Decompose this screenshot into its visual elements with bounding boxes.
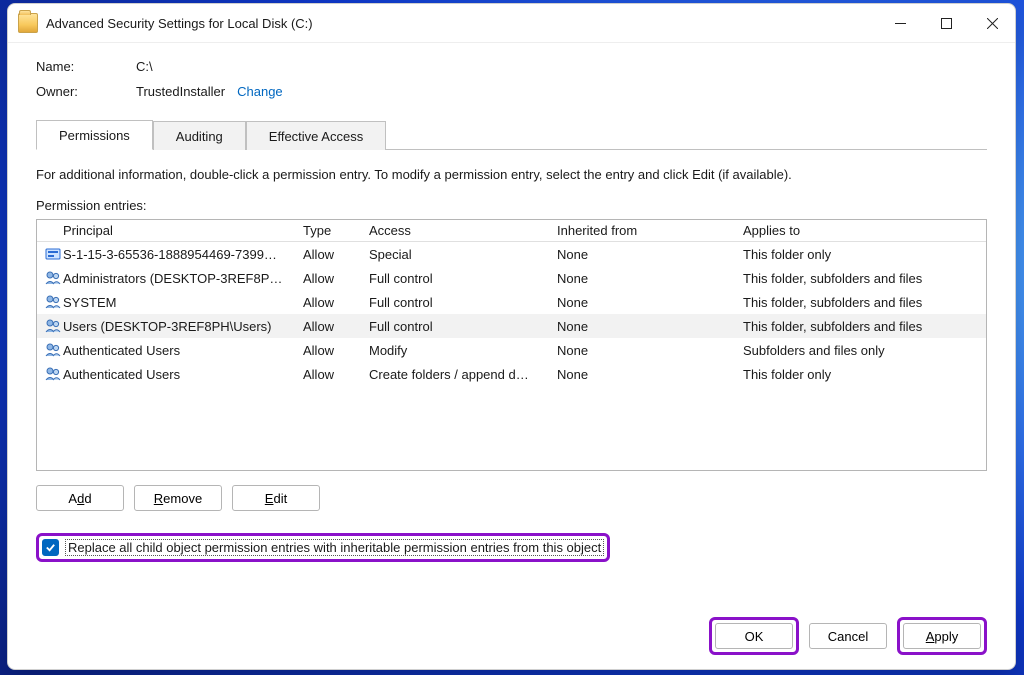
edit-button[interactable]: Edit: [232, 485, 320, 511]
name-row: Name: C:\: [36, 59, 987, 74]
tab-body: For additional information, double-click…: [36, 150, 987, 655]
cell-type: Allow: [303, 247, 369, 262]
owner-label: Owner:: [36, 84, 136, 99]
annotation-apply: Apply: [897, 617, 987, 655]
cell-type: Allow: [303, 271, 369, 286]
table-row[interactable]: S-1-15-3-65536-1888954469-7399…AllowSpec…: [37, 242, 986, 266]
group-icon: [43, 270, 63, 286]
maximize-button[interactable]: [923, 4, 969, 42]
cell-inherited: None: [557, 367, 743, 382]
minimize-button[interactable]: [877, 4, 923, 42]
col-inherited[interactable]: Inherited from: [557, 223, 743, 238]
cell-access: Full control: [369, 295, 557, 310]
permission-table: Principal Type Access Inherited from App…: [36, 219, 987, 471]
sid-icon: [43, 246, 63, 262]
owner-value: TrustedInstaller: [136, 84, 225, 99]
annotation-ok: OK: [709, 617, 799, 655]
cell-applies: This folder, subfolders and files: [743, 271, 980, 286]
titlebar: Advanced Security Settings for Local Dis…: [8, 4, 1015, 43]
table-row[interactable]: Authenticated UsersAllowCreate folders /…: [37, 362, 986, 386]
ok-button[interactable]: OK: [715, 623, 793, 649]
folder-icon: [18, 13, 38, 33]
owner-row: Owner: TrustedInstaller Change: [36, 84, 987, 99]
annotation-checkbox: Replace all child object permission entr…: [36, 533, 610, 562]
cell-applies: Subfolders and files only: [743, 343, 980, 358]
cell-principal: Authenticated Users: [63, 367, 303, 382]
cell-inherited: None: [557, 247, 743, 262]
cell-principal: S-1-15-3-65536-1888954469-7399…: [63, 247, 303, 262]
cell-principal: SYSTEM: [63, 295, 303, 310]
cell-applies: This folder, subfolders and files: [743, 295, 980, 310]
tab-auditing[interactable]: Auditing: [153, 121, 246, 150]
table-body: S-1-15-3-65536-1888954469-7399…AllowSpec…: [37, 242, 986, 386]
cell-type: Allow: [303, 295, 369, 310]
cell-type: Allow: [303, 367, 369, 382]
name-value: C:\: [136, 59, 153, 74]
cell-applies: This folder only: [743, 367, 980, 382]
cell-type: Allow: [303, 319, 369, 334]
tabstrip: Permissions Auditing Effective Access: [36, 119, 987, 150]
group-icon: [43, 366, 63, 382]
table-row[interactable]: SYSTEMAllowFull controlNoneThis folder, …: [37, 290, 986, 314]
dialog-buttons: OK Cancel Apply: [36, 599, 987, 655]
cell-type: Allow: [303, 343, 369, 358]
close-button[interactable]: [969, 4, 1015, 42]
cell-inherited: None: [557, 343, 743, 358]
client-area: Name: C:\ Owner: TrustedInstaller Change…: [8, 43, 1015, 669]
group-icon: [43, 318, 63, 334]
cell-access: Full control: [369, 271, 557, 286]
cell-applies: This folder, subfolders and files: [743, 319, 980, 334]
group-icon: [43, 294, 63, 310]
add-button[interactable]: Add: [36, 485, 124, 511]
col-principal[interactable]: Principal: [63, 223, 303, 238]
cell-inherited: None: [557, 295, 743, 310]
remove-button[interactable]: Remove: [134, 485, 222, 511]
cell-access: Modify: [369, 343, 557, 358]
list-label: Permission entries:: [36, 198, 987, 213]
info-text: For additional information, double-click…: [36, 166, 987, 184]
table-row[interactable]: Authenticated UsersAllowModifyNoneSubfol…: [37, 338, 986, 362]
col-type[interactable]: Type: [303, 223, 369, 238]
cell-access: Full control: [369, 319, 557, 334]
dialog-window: Advanced Security Settings for Local Dis…: [7, 3, 1016, 670]
cancel-button[interactable]: Cancel: [809, 623, 887, 649]
replace-children-checkbox[interactable]: [42, 539, 59, 556]
change-owner-link[interactable]: Change: [237, 84, 283, 99]
cell-applies: This folder only: [743, 247, 980, 262]
cell-inherited: None: [557, 271, 743, 286]
group-icon: [43, 342, 63, 358]
tab-effective[interactable]: Effective Access: [246, 121, 386, 150]
name-label: Name:: [36, 59, 136, 74]
action-row: Add Remove Edit: [36, 485, 987, 511]
col-applies[interactable]: Applies to: [743, 223, 980, 238]
cell-access: Special: [369, 247, 557, 262]
apply-button[interactable]: Apply: [903, 623, 981, 649]
cell-principal: Users (DESKTOP-3REF8PH\Users): [63, 319, 303, 334]
cell-access: Create folders / append d…: [369, 367, 557, 382]
table-row[interactable]: Administrators (DESKTOP-3REF8P…AllowFull…: [37, 266, 986, 290]
window-title: Advanced Security Settings for Local Dis…: [46, 16, 313, 31]
table-header: Principal Type Access Inherited from App…: [37, 220, 986, 242]
cell-principal: Administrators (DESKTOP-3REF8P…: [63, 271, 303, 286]
table-row[interactable]: Users (DESKTOP-3REF8PH\Users)AllowFull c…: [37, 314, 986, 338]
col-access[interactable]: Access: [369, 223, 557, 238]
tab-permissions[interactable]: Permissions: [36, 120, 153, 150]
cell-principal: Authenticated Users: [63, 343, 303, 358]
replace-children-label: Replace all child object permission entr…: [65, 539, 604, 556]
cell-inherited: None: [557, 319, 743, 334]
